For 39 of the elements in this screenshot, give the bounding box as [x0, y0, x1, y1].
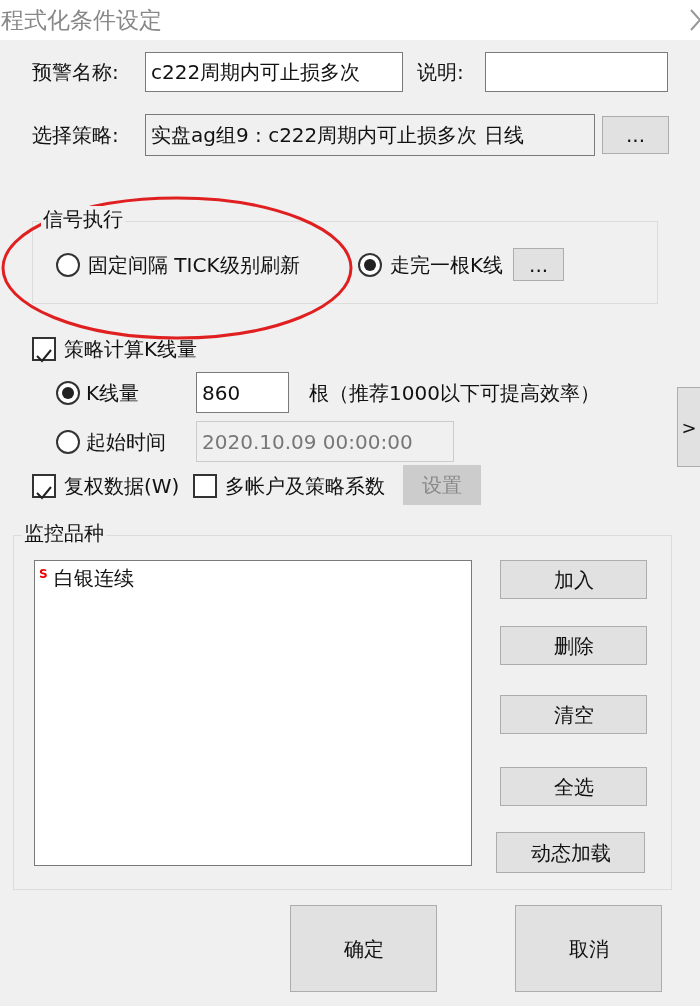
- browse-button[interactable]: ...: [602, 116, 669, 154]
- radio-button[interactable]: [56, 429, 80, 454]
- checkbox-label: 策略计算K线量: [64, 336, 198, 363]
- options-button[interactable]: ...: [513, 248, 565, 281]
- checkbox[interactable]: [193, 474, 218, 498]
- checkbox[interactable]: [32, 337, 56, 361]
- strategy-field[interactable]: 实盘ag组9 : c222周期内可止损多次 日线: [145, 114, 595, 156]
- list-action-button[interactable]: 加入: [500, 560, 647, 599]
- checkbox-label: 多帐户及策略系数: [225, 473, 386, 500]
- radio-button[interactable]: [56, 380, 80, 405]
- radio-label: 走完一根K线: [390, 251, 504, 279]
- checkbox-label: 复权数据(W): [64, 473, 180, 500]
- radio-button[interactable]: [358, 252, 382, 277]
- count-field[interactable]: 860: [196, 372, 289, 413]
- list-item[interactable]: 白银连续: [53, 563, 134, 593]
- list-action-button[interactable]: 删除: [500, 626, 647, 665]
- radio-label: 起始时间: [86, 428, 167, 456]
- description-field[interactable]: [485, 52, 668, 92]
- symbol-marker: S: [39, 566, 48, 583]
- radio-label: 固定间隔 TICK级别刷新: [88, 251, 300, 279]
- group-title: 监控品种: [22, 520, 106, 546]
- alert-name-field[interactable]: c222周期内可止损多次: [145, 52, 403, 92]
- start-time-field[interactable]: 2020.10.09 00:00:00: [196, 421, 454, 462]
- group-title: 信号执行: [41, 206, 125, 232]
- dialog-button[interactable]: 确定: [290, 905, 437, 992]
- list-action-button[interactable]: 全选: [500, 767, 647, 806]
- radio-button[interactable]: [56, 252, 80, 277]
- radio-label: K线量: [86, 379, 141, 407]
- field-label: 预警名称:: [32, 59, 120, 86]
- list-action-button[interactable]: 动态加载: [496, 832, 645, 873]
- field-label: 说明:: [417, 59, 465, 86]
- chevron-icon[interactable]: [690, 7, 700, 33]
- field-label: 选择策略:: [32, 122, 120, 149]
- expand-button[interactable]: >: [677, 387, 700, 467]
- hint-text: 根（推荐1000以下可提高效率）: [309, 379, 600, 407]
- list-action-button[interactable]: 清空: [500, 695, 647, 734]
- dialog-button[interactable]: 取消: [515, 905, 662, 992]
- checkbox[interactable]: [32, 474, 56, 498]
- window-title: 程式化条件设定: [1, 5, 162, 35]
